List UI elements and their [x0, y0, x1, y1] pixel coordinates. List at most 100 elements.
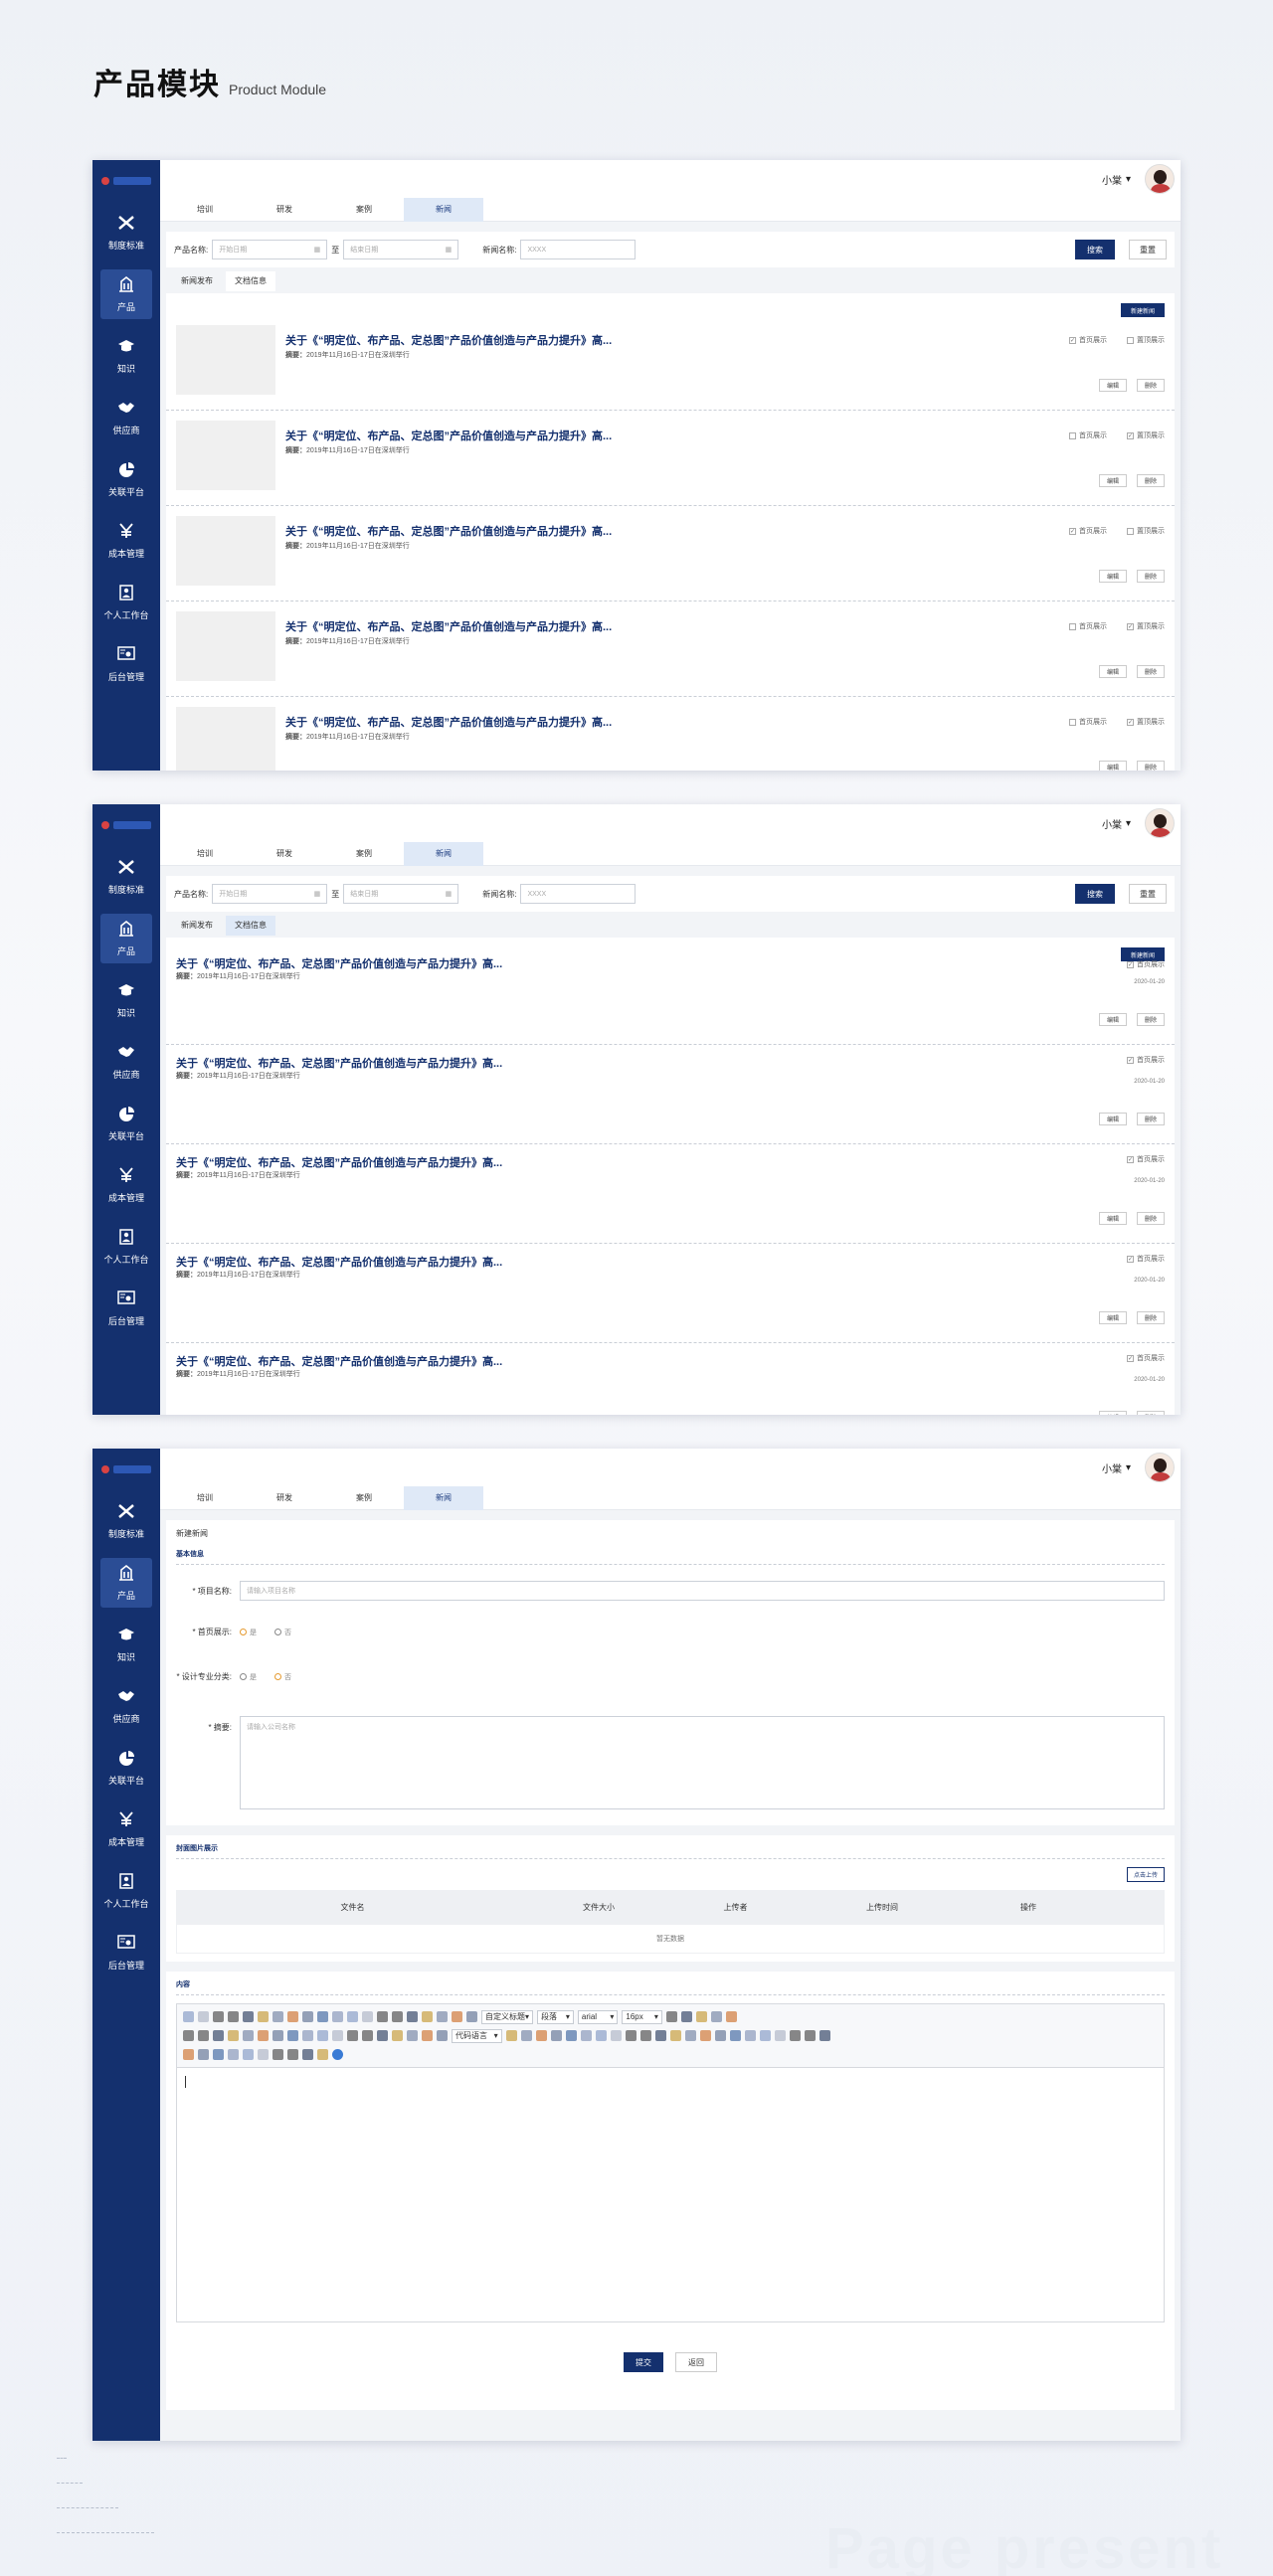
sidebar-item-admin-screen[interactable]: 后台管理: [92, 1922, 160, 1983]
toolbar-button-icon[interactable]: [392, 2011, 403, 2022]
toolbar-button-icon[interactable]: [520, 2030, 532, 2041]
design-yes-radio[interactable]: 是: [240, 1672, 257, 1682]
news-title[interactable]: 关于《“明定位、布产品、定总图”产品价值创造与产品力提升》高...: [285, 714, 612, 730]
toolbar-button-icon[interactable]: [466, 2011, 477, 2022]
subtab-1[interactable]: 文档信息: [226, 916, 275, 936]
edit-button[interactable]: 编辑: [1099, 665, 1127, 678]
news-title[interactable]: 关于《“明定位、布产品、定总图”产品价值创造与产品力提升》高...: [285, 618, 612, 634]
toolbar-button-icon[interactable]: [273, 2049, 283, 2060]
upload-button[interactable]: 点击上传: [1126, 1867, 1165, 1882]
sidebar-item-pie-chart[interactable]: 关联平台: [92, 448, 160, 510]
end-date-input[interactable]: 结束日期 ▦: [343, 240, 459, 259]
subtab-1[interactable]: 文档信息: [226, 271, 275, 291]
toolbar-button-icon[interactable]: [258, 2049, 269, 2060]
toolbar-button-icon[interactable]: [287, 2030, 298, 2041]
edit-button[interactable]: 编辑: [1099, 379, 1127, 392]
toolbar-button-icon[interactable]: [392, 2030, 403, 2041]
edit-button[interactable]: 编辑: [1099, 761, 1127, 771]
news-title[interactable]: 关于《“明定位、布产品、定总图”产品价值创造与产品力提升》高...: [285, 332, 612, 348]
toolbar-button-icon[interactable]: [332, 2030, 343, 2041]
sidebar-item-tools[interactable]: 制度标准: [92, 1490, 160, 1552]
toolbar-button-icon[interactable]: [759, 2030, 771, 2041]
toolbar-button-icon[interactable]: [332, 2011, 343, 2022]
toolbar-button-icon[interactable]: [228, 2011, 239, 2022]
toolbar-button-icon[interactable]: [550, 2030, 562, 2041]
delete-button[interactable]: 删除: [1137, 1311, 1165, 1324]
toolbar-button-icon[interactable]: [639, 2030, 651, 2041]
tab-2[interactable]: 案例: [324, 842, 404, 866]
toolbar-button-icon[interactable]: [654, 2030, 666, 2041]
sidebar-item-handshake[interactable]: 供应商: [92, 387, 160, 448]
news-title[interactable]: 关于《“明定位、布产品、定总图”产品价值创造与产品力提升》高...: [176, 1353, 502, 1369]
tab-1[interactable]: 研发: [245, 198, 324, 222]
toolbar-button-icon[interactable]: [625, 2030, 636, 2041]
search-button[interactable]: 搜索: [1075, 884, 1115, 904]
sidebar-item-building[interactable]: 产品: [92, 263, 160, 325]
edit-button[interactable]: 编辑: [1099, 1311, 1127, 1324]
toolbar-button-icon[interactable]: [437, 2030, 448, 2041]
paragraph-select[interactable]: 段落 ▾: [537, 2009, 574, 2024]
tab-3[interactable]: 新闻: [404, 197, 483, 222]
toolbar-button-icon[interactable]: [710, 2011, 722, 2022]
toolbar-button-icon[interactable]: [565, 2030, 577, 2041]
news-title[interactable]: 关于《“明定位、布产品、定总图”产品价值创造与产品力提升》高...: [176, 1254, 502, 1270]
delete-button[interactable]: 删除: [1137, 474, 1165, 487]
toolbar-button-icon[interactable]: [452, 2011, 462, 2022]
home-yes-radio[interactable]: 是: [240, 1628, 257, 1637]
start-date-input[interactable]: 开始日期 ▦: [212, 240, 328, 259]
checkbox-home[interactable]: ✓ 首页展示: [1127, 1353, 1165, 1363]
edit-button[interactable]: 编辑: [1099, 1212, 1127, 1225]
toolbar-button-icon[interactable]: [198, 2011, 209, 2022]
subtab-0[interactable]: 新闻发布: [172, 271, 222, 291]
submit-button[interactable]: 提交: [624, 2352, 663, 2372]
checkbox-top[interactable]: ✓ 置顶展示: [1127, 717, 1165, 727]
checkbox-home[interactable]: 首页展示: [1069, 621, 1107, 631]
checkbox-home[interactable]: ✓ 首页展示: [1127, 1154, 1165, 1164]
toolbar-button-icon[interactable]: [422, 2030, 433, 2041]
editor-content-area[interactable]: [177, 2068, 1164, 2321]
tab-2[interactable]: 案例: [324, 1486, 404, 1510]
toolbar-button-icon[interactable]: [680, 2011, 692, 2022]
checkbox-top[interactable]: 置顶展示: [1127, 335, 1165, 345]
font-select[interactable]: arial ▾: [577, 2009, 619, 2024]
news-title[interactable]: 关于《“明定位、布产品、定总图”产品价值创造与产品力提升》高...: [176, 1154, 502, 1170]
sidebar-item-pie-chart[interactable]: 关联平台: [92, 1093, 160, 1154]
toolbar-button-icon[interactable]: [302, 2011, 313, 2022]
toolbar-button-icon[interactable]: [258, 2011, 269, 2022]
toolbar-button-icon[interactable]: [804, 2030, 816, 2041]
toolbar-button-icon[interactable]: [198, 2030, 209, 2041]
toolbar-button-icon[interactable]: [714, 2030, 726, 2041]
toolbar-button-icon[interactable]: [258, 2030, 269, 2041]
toolbar-button-icon[interactable]: [505, 2030, 517, 2041]
edit-button[interactable]: 编辑: [1099, 1411, 1127, 1415]
back-button[interactable]: 返回: [675, 2352, 717, 2372]
checkbox-home[interactable]: ✓ 首页展示: [1127, 1254, 1165, 1264]
toolbar-button-icon[interactable]: [273, 2030, 283, 2041]
checkbox-top[interactable]: ✓ 置顶展示: [1127, 621, 1165, 631]
news-name-input[interactable]: XXXX: [520, 240, 636, 259]
delete-button[interactable]: 删除: [1137, 379, 1165, 392]
tab-1[interactable]: 研发: [245, 1486, 324, 1510]
toolbar-button-icon[interactable]: [535, 2030, 547, 2041]
home-no-radio[interactable]: 否: [274, 1628, 291, 1637]
checkbox-home[interactable]: ✓ 首页展示: [1127, 1055, 1165, 1065]
toolbar-button-icon[interactable]: [243, 2049, 254, 2060]
delete-button[interactable]: 删除: [1137, 665, 1165, 678]
reset-button[interactable]: 重置: [1129, 240, 1167, 259]
sidebar-item-person-card[interactable]: 个人工作台: [92, 1216, 160, 1278]
sidebar-item-admin-screen[interactable]: 后台管理: [92, 1278, 160, 1339]
toolbar-button-icon[interactable]: [362, 2030, 373, 2041]
help-icon[interactable]: [332, 2049, 343, 2060]
tab-3[interactable]: 新闻: [404, 1485, 483, 1510]
sidebar-item-person-card[interactable]: 个人工作台: [92, 572, 160, 633]
toolbar-button-icon[interactable]: [422, 2011, 433, 2022]
sidebar-item-pie-chart[interactable]: 关联平台: [92, 1737, 160, 1799]
toolbar-button-icon[interactable]: [213, 2011, 224, 2022]
delete-button[interactable]: 删除: [1137, 1013, 1165, 1026]
delete-button[interactable]: 删除: [1137, 570, 1165, 583]
checkbox-top[interactable]: ✓ 置顶展示: [1127, 430, 1165, 440]
size-select[interactable]: 16px ▾: [622, 2009, 662, 2024]
toolbar-button-icon[interactable]: [595, 2030, 607, 2041]
end-date-input[interactable]: 结束日期 ▦: [343, 884, 459, 904]
sidebar-item-admin-screen[interactable]: 后台管理: [92, 633, 160, 695]
